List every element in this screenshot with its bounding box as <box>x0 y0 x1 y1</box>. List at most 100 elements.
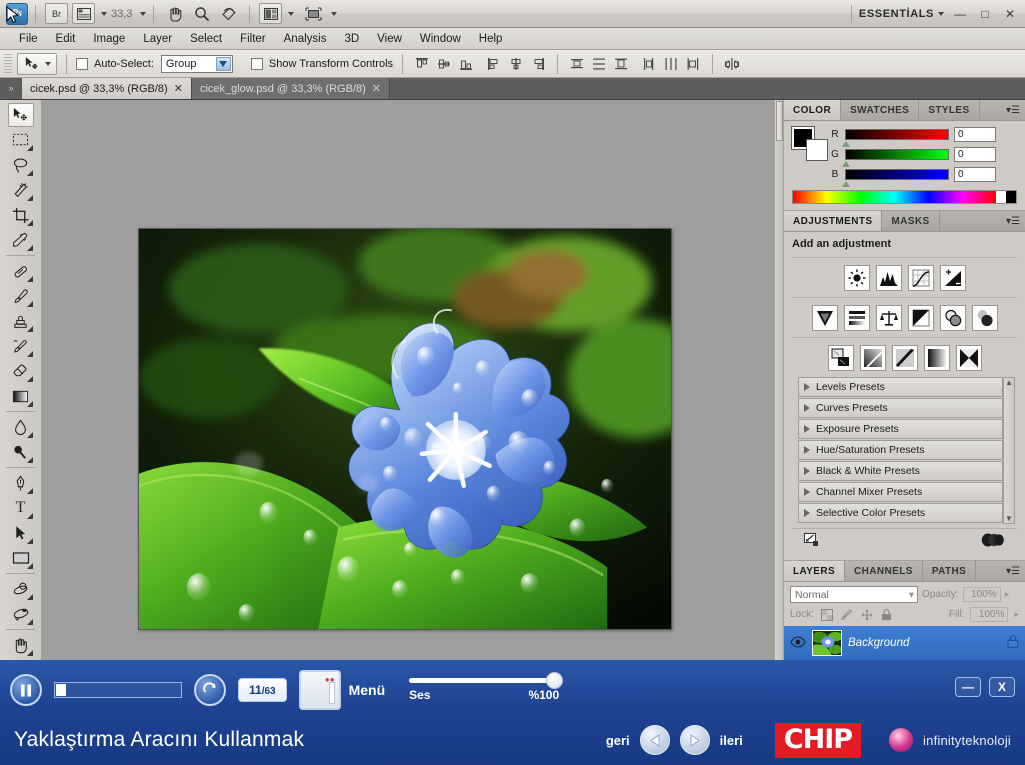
crop-tool[interactable] <box>8 203 34 227</box>
presets-scrollbar[interactable]: ▲ ▼ <box>1003 377 1015 524</box>
preset-levels[interactable]: Levels Presets <box>798 377 1003 397</box>
channel-slider-b[interactable] <box>842 169 949 187</box>
volume-knob[interactable] <box>546 672 564 689</box>
close-icon[interactable]: ✕ <box>174 82 183 95</box>
selective-color-icon[interactable] <box>955 345 982 371</box>
view-extras-group[interactable] <box>70 3 107 24</box>
posterize-icon[interactable] <box>859 345 886 371</box>
auto-select-target-dropdown[interactable]: Group <box>160 54 233 73</box>
distribute-top-edges-icon[interactable] <box>568 55 586 73</box>
previous-button[interactable] <box>639 725 670 755</box>
hand-tool-icon[interactable] <box>163 3 186 24</box>
rectangular-marquee-tool[interactable] <box>8 128 34 152</box>
lasso-tool[interactable] <box>8 153 34 177</box>
exposure-icon[interactable] <box>939 265 966 291</box>
dodge-tool[interactable] <box>8 440 34 464</box>
tab-layers[interactable]: LAYERS <box>784 561 846 581</box>
invert-icon[interactable] <box>827 345 854 371</box>
launch-bridge-button[interactable]: Br <box>45 3 68 24</box>
background-color-swatch[interactable] <box>806 139 828 161</box>
align-top-edges-icon[interactable] <box>413 55 431 73</box>
align-horizontal-centers-icon[interactable] <box>507 55 525 73</box>
lock-position-icon[interactable] <box>860 608 874 622</box>
auto-align-layers-icon[interactable] <box>723 55 741 73</box>
rectangle-tool[interactable] <box>8 546 34 570</box>
close-button[interactable]: ✕ <box>1001 5 1019 23</box>
lock-transparent-pixels-icon[interactable] <box>820 608 834 622</box>
screen-mode-icon[interactable] <box>302 3 325 24</box>
threshold-icon[interactable] <box>891 345 918 371</box>
layer-name[interactable]: Background <box>848 637 909 649</box>
distribute-vertical-centers-icon[interactable] <box>590 55 608 73</box>
menu-help[interactable]: Help <box>470 31 512 47</box>
move-tool[interactable] <box>7 103 34 127</box>
spectrum-white[interactable] <box>996 191 1006 203</box>
fill-scrubber-icon[interactable]: ▸ <box>1014 609 1019 620</box>
tool-preset-chevron-icon[interactable] <box>44 61 51 66</box>
channel-value-b[interactable]: 0 <box>954 167 996 182</box>
zoom-level-value[interactable]: 33,3 <box>107 8 136 20</box>
zoom-chevron-down-icon[interactable] <box>140 11 147 16</box>
tab-swatches[interactable]: SWATCHES <box>841 100 920 120</box>
layer-row-background[interactable]: Background <box>784 626 1025 660</box>
previous-label[interactable]: geri <box>606 733 630 748</box>
align-vertical-centers-icon[interactable] <box>435 55 453 73</box>
rotate-view-tool-icon[interactable] <box>217 3 240 24</box>
levels-icon[interactable] <box>875 265 902 291</box>
menu-3d[interactable]: 3D <box>335 31 368 47</box>
document-image[interactable] <box>138 228 672 630</box>
color-spectrum-ramp[interactable] <box>792 190 1017 204</box>
fill-value[interactable]: 100% <box>970 607 1009 622</box>
chevron-down-icon[interactable] <box>215 56 231 71</box>
photo-filter-icon[interactable] <box>939 305 966 331</box>
vibrance-icon[interactable] <box>811 305 838 331</box>
channel-value-g[interactable]: 0 <box>954 147 996 162</box>
brush-tool[interactable] <box>8 284 34 308</box>
menu-window[interactable]: Window <box>411 31 470 47</box>
distribute-right-edges-icon[interactable] <box>684 55 702 73</box>
history-brush-tool[interactable] <box>8 334 34 358</box>
layer-visibility-icon[interactable] <box>790 635 806 651</box>
lock-image-pixels-icon[interactable] <box>840 608 854 622</box>
tab-paths[interactable]: PATHS <box>923 561 977 581</box>
menu-analysis[interactable]: Analysis <box>275 31 336 47</box>
distribute-horizontal-centers-icon[interactable] <box>662 55 680 73</box>
next-button[interactable] <box>679 725 710 755</box>
pause-button[interactable] <box>10 674 42 706</box>
align-right-edges-icon[interactable] <box>529 55 547 73</box>
close-icon[interactable]: ✕ <box>372 82 381 95</box>
preset-black-white[interactable]: Black & White Presets <box>798 461 1003 481</box>
menu-view[interactable]: View <box>368 31 411 47</box>
3d-rotate-tool[interactable] <box>8 577 34 601</box>
menu-thumbnail-button[interactable]: ●● <box>298 670 341 710</box>
color-panel-swatches[interactable] <box>791 126 828 161</box>
workspace-switcher[interactable]: ESSENTİALS — □ ✕ <box>844 4 1019 23</box>
menu-edit[interactable]: Edit <box>47 31 85 47</box>
options-bar-gripper[interactable] <box>4 53 12 74</box>
3d-orbit-tool[interactable] <box>8 602 34 626</box>
curves-icon[interactable] <box>907 265 934 291</box>
arrange-documents-icon[interactable] <box>259 3 283 24</box>
channel-mixer-icon[interactable] <box>971 305 998 331</box>
scroll-up-icon[interactable]: ▲ <box>1005 378 1013 387</box>
distribute-bottom-edges-icon[interactable] <box>612 55 630 73</box>
minimize-button[interactable]: — <box>951 5 969 23</box>
return-to-adjustment-list-icon[interactable] <box>804 533 820 550</box>
menu-select[interactable]: Select <box>181 31 231 47</box>
preset-hue-saturation[interactable]: Hue/Saturation Presets <box>798 440 1003 460</box>
channel-slider-g[interactable] <box>842 149 949 167</box>
menu-layer[interactable]: Layer <box>134 31 181 47</box>
panel-menu-icon[interactable]: ▾☰ <box>1005 215 1021 228</box>
color-balance-icon[interactable] <box>875 305 902 331</box>
menu-label[interactable]: Menü <box>349 682 386 698</box>
overlay-minimize-button[interactable]: — <box>955 677 981 697</box>
chevron-down-icon[interactable] <box>288 11 295 16</box>
scrollbar-thumb[interactable] <box>776 101 783 141</box>
current-tool-preview[interactable] <box>17 52 57 75</box>
maximize-button[interactable]: □ <box>976 5 994 23</box>
brightness-contrast-icon[interactable] <box>843 265 870 291</box>
next-label[interactable]: ileri <box>720 733 743 748</box>
eraser-tool[interactable] <box>8 359 34 383</box>
panel-menu-icon[interactable]: ▾☰ <box>1005 104 1021 117</box>
volume-slider[interactable] <box>409 672 564 689</box>
